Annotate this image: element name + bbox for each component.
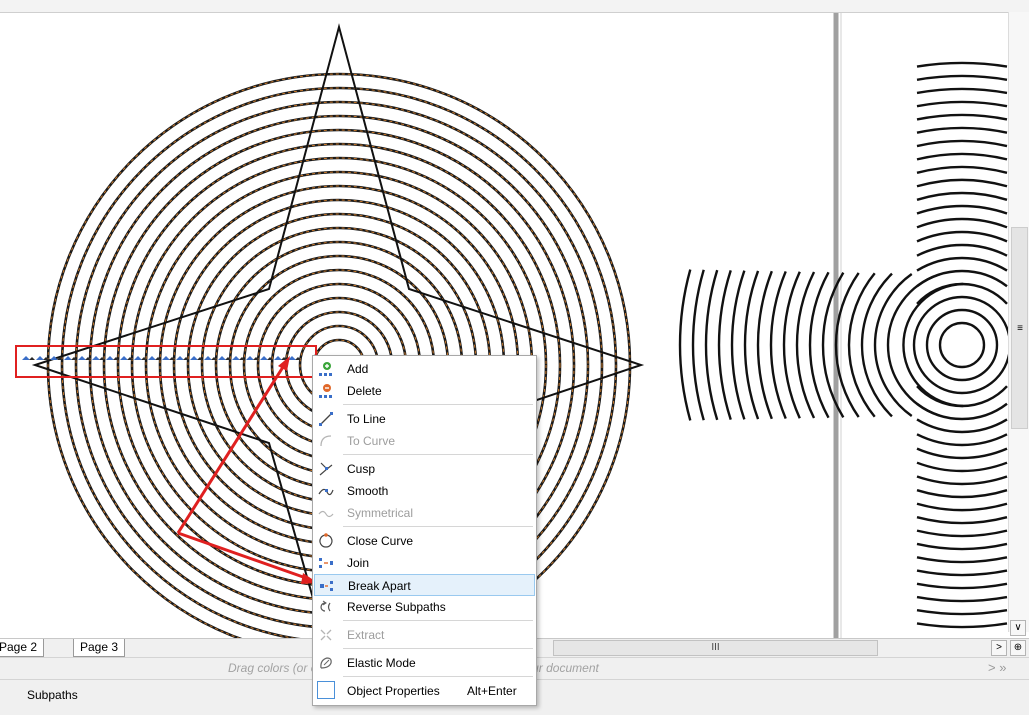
palette-scroll-arrows[interactable]: > » bbox=[988, 660, 1006, 675]
extract-icon bbox=[318, 627, 334, 643]
menu-label: Reverse Subpaths bbox=[347, 600, 446, 614]
menu-separator bbox=[343, 454, 533, 455]
scroll-grip-icon: ≡ bbox=[1017, 323, 1023, 334]
menu-separator bbox=[343, 676, 533, 677]
menu-item-cusp[interactable]: Cusp bbox=[314, 458, 535, 480]
symmetrical-icon bbox=[318, 505, 334, 521]
zoom-icon[interactable]: ⊕ bbox=[1010, 640, 1026, 656]
menu-separator bbox=[343, 648, 533, 649]
tab-page-3[interactable]: Page 3 bbox=[73, 639, 126, 657]
menu-shortcut: Alt+Enter bbox=[467, 684, 517, 698]
menu-item-reverse-subpaths[interactable]: Reverse Subpaths bbox=[314, 596, 535, 618]
menu-item-delete[interactable]: Delete bbox=[314, 380, 535, 402]
to-curve-icon bbox=[318, 433, 334, 449]
to-line-icon bbox=[318, 411, 334, 427]
vertical-scroll-thumb[interactable]: ≡ bbox=[1011, 227, 1028, 429]
menu-separator bbox=[343, 404, 533, 405]
menu-label: Smooth bbox=[347, 484, 389, 498]
menu-item-add[interactable]: Add bbox=[314, 358, 535, 380]
horizontal-scroll-thumb[interactable]: III bbox=[553, 640, 878, 656]
menu-separator bbox=[343, 526, 533, 527]
object-properties-icon bbox=[317, 681, 335, 699]
arc-slices-preview[interactable] bbox=[678, 61, 1012, 629]
annotation-highlight-box bbox=[15, 345, 317, 378]
menu-label: Symmetrical bbox=[347, 506, 414, 520]
menu-item-smooth[interactable]: Smooth bbox=[314, 480, 535, 502]
smooth-icon bbox=[318, 483, 334, 499]
elastic-mode-icon bbox=[318, 655, 334, 671]
menu-label: Delete bbox=[347, 384, 382, 398]
menu-item-object-properties[interactable]: Object Properties Alt+Enter bbox=[314, 680, 535, 702]
menu-item-break-apart[interactable]: Break Apart bbox=[314, 574, 535, 596]
break-apart-icon bbox=[319, 578, 335, 594]
menu-label: Close Curve bbox=[347, 534, 414, 548]
menu-item-elastic-mode[interactable]: Elastic Mode bbox=[314, 652, 535, 674]
status-text: Subpaths bbox=[27, 688, 78, 702]
menu-label: Join bbox=[347, 556, 370, 570]
menu-item-join[interactable]: Join bbox=[314, 552, 535, 574]
vertical-scrollbar[interactable]: ≡ bbox=[1008, 12, 1029, 632]
menu-separator bbox=[343, 620, 533, 621]
context-menu[interactable]: Add Delete To Line To Curve Cusp Smooth bbox=[312, 355, 537, 706]
reverse-subpaths-icon bbox=[318, 599, 334, 615]
menu-label: Cusp bbox=[347, 462, 376, 476]
menu-item-to-curve[interactable]: To Curve bbox=[314, 430, 535, 452]
add-node-icon bbox=[318, 361, 334, 377]
menu-label: Object Properties bbox=[347, 684, 440, 698]
menu-item-close-curve[interactable]: Close Curve bbox=[314, 530, 535, 552]
menu-label: Add bbox=[347, 362, 369, 376]
close-curve-icon bbox=[318, 533, 334, 549]
menu-label: To Line bbox=[347, 412, 386, 426]
menu-label: Break Apart bbox=[348, 579, 411, 593]
menu-item-to-line[interactable]: To Line bbox=[314, 408, 535, 430]
cusp-icon bbox=[318, 461, 334, 477]
menu-label: To Curve bbox=[347, 434, 396, 448]
delete-node-icon bbox=[318, 383, 334, 399]
menu-label: Elastic Mode bbox=[347, 656, 416, 670]
horizontal-ruler[interactable] bbox=[0, 0, 1029, 13]
menu-item-extract[interactable]: Extract bbox=[314, 624, 535, 646]
menu-item-symmetrical[interactable]: Symmetrical bbox=[314, 502, 535, 524]
menu-label: Extract bbox=[347, 628, 385, 642]
scroll-down-button[interactable]: ∨ bbox=[1010, 620, 1026, 636]
join-icon bbox=[318, 555, 334, 571]
next-page-button[interactable]: > bbox=[991, 640, 1007, 656]
tab-page-2[interactable]: Page 2 bbox=[0, 639, 45, 657]
